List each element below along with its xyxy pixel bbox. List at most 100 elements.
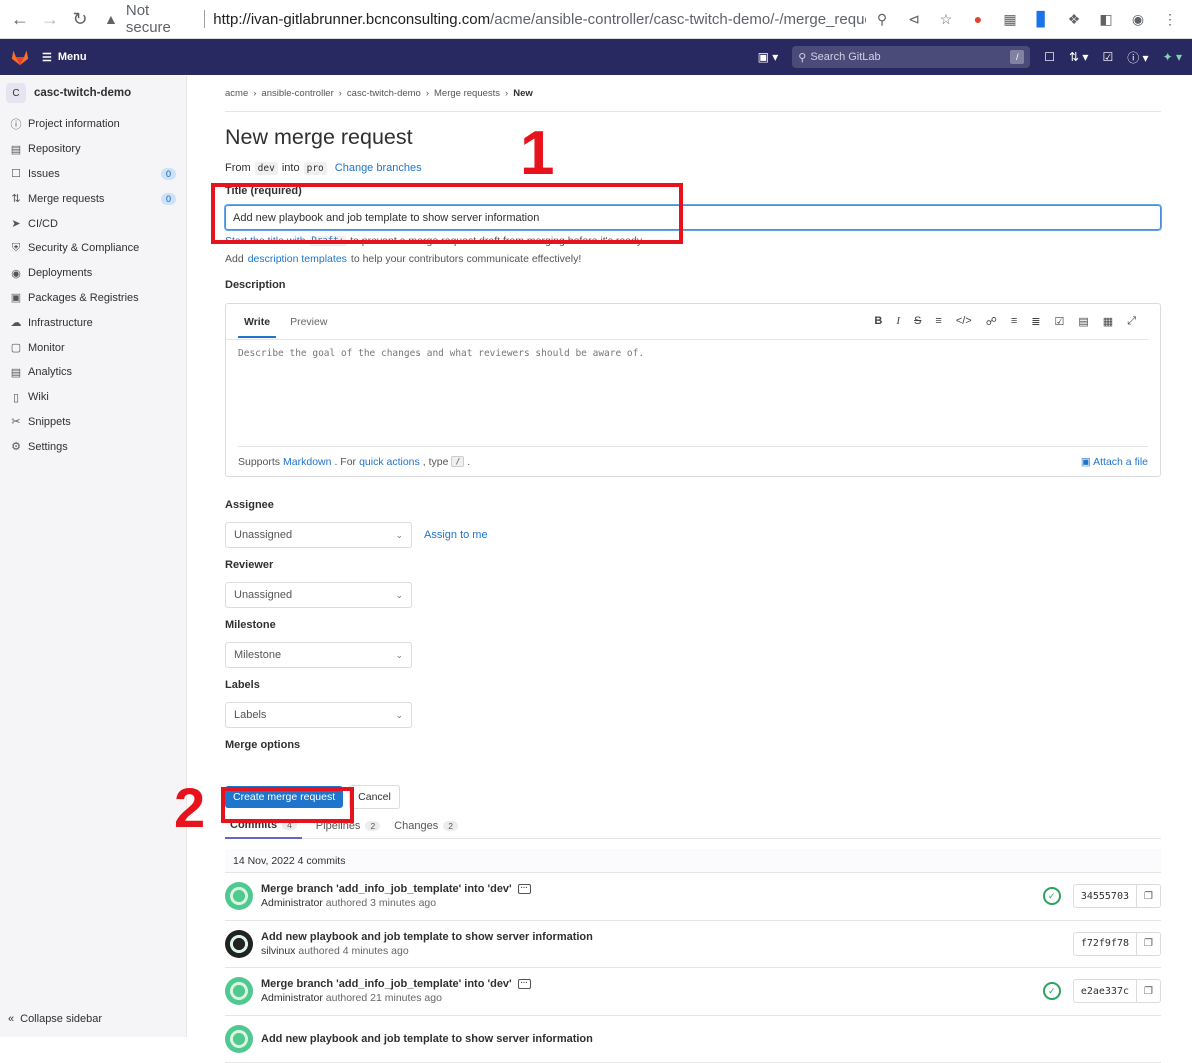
commit-title[interactable]: Add new playbook and job template to sho… [261,931,593,943]
sidebar-item-wiki[interactable]: ▯Wiki [0,385,186,410]
italic-icon[interactable]: I [896,315,900,328]
forward-icon[interactable]: → [38,7,62,31]
cancel-button[interactable]: Cancel [349,785,400,809]
ellipsis-icon[interactable]: ··· [518,979,531,989]
copy-icon[interactable]: ❐ [1137,932,1161,956]
commit-message[interactable]: Add new playbook and job template to sho… [261,1033,593,1045]
markdown-link[interactable]: Markdown [283,456,331,468]
search-input[interactable]: ⚲ Search GitLab / [792,46,1030,68]
quick-actions-link[interactable]: quick actions [359,456,420,468]
sidebar-item-project-information[interactable]: ⓘProject information [0,112,186,137]
fullscreen-icon[interactable]: ⤢ [1127,315,1136,328]
qr-icon[interactable]: ▦ [1000,9,1020,29]
numbered-list-icon[interactable]: ≣ [1031,315,1040,328]
profile-icon[interactable]: ◉ [1128,9,1148,29]
collapse-sidebar-button[interactable]: « Collapse sidebar [8,1013,102,1025]
project-header[interactable]: C casc-twitch-demo [0,76,186,110]
sidebar-item-label: Security & Compliance [28,242,139,254]
url-text[interactable]: http://ivan-gitlabrunner.bcnconsulting.c… [213,11,866,28]
kebab-icon[interactable]: ⋮ [1160,9,1180,29]
avatar[interactable] [225,882,253,910]
avatar[interactable] [225,977,253,1005]
issues-nav-icon[interactable]: ☐ [1044,50,1055,64]
user-avatar[interactable]: ✦ ▾ [1163,50,1182,64]
sidebar-item-deployments[interactable]: ◉Deployments [0,261,186,286]
gitlab-logo-icon[interactable] [10,48,30,66]
collapsible-icon[interactable]: ▤ [1078,315,1088,328]
sidebar-item-snippets[interactable]: ✂Snippets [0,410,186,435]
labels-select[interactable]: Labels⌄ [225,702,412,728]
templates-link[interactable]: description templates [248,253,347,265]
sidebar-item-settings[interactable]: ⚙Settings [0,434,186,459]
puzzle-icon[interactable]: ❖ [1064,9,1084,29]
new-icon[interactable]: ▣ ▾ [758,50,779,64]
change-branches-link[interactable]: Change branches [335,162,422,174]
assign-to-me-link[interactable]: Assign to me [424,529,488,541]
description-textarea[interactable]: Describe the goal of the changes and wha… [226,340,1160,446]
commit-title[interactable]: Merge branch 'add_info_job_template' int… [261,978,512,990]
sidebar-item-monitor[interactable]: ▢Monitor [0,335,186,360]
table-icon[interactable]: ▦ [1103,315,1113,328]
commit-message[interactable]: Merge branch 'add_info_job_template' int… [261,978,531,990]
merge-requests-nav-icon[interactable]: ⇅ ▾ [1069,50,1088,64]
help-icon[interactable]: ⓘ ▾ [1127,49,1148,66]
commit-sha[interactable]: e2ae337c [1073,979,1137,1003]
breadcrumb-project[interactable]: casc-twitch-demo [347,88,421,99]
commit-message[interactable]: Add new playbook and job template to sho… [261,931,593,943]
todo-icon[interactable]: ☑ [1102,50,1113,64]
sidebar-item-analytics[interactable]: ▤Analytics [0,360,186,385]
tab-changes[interactable]: Changes2 [394,813,458,839]
annotation-number-1: 1 [520,118,554,189]
share-icon[interactable]: ⊲ [904,9,924,29]
sidebar-item-security-compliance[interactable]: ⛨Security & Compliance [0,236,186,261]
sidepanel-icon[interactable]: ◧ [1096,9,1116,29]
copy-icon[interactable]: ❐ [1137,979,1161,1003]
breadcrumb-merge-requests[interactable]: Merge requests [434,88,500,99]
address-bar[interactable]: ▲ Not secure http://ivan-gitlabrunner.bc… [98,4,866,34]
code-icon[interactable]: </> [956,315,972,328]
attach-file-button[interactable]: ▣ Attach a file [1081,456,1148,468]
reviewer-select[interactable]: Unassigned⌄ [225,582,412,608]
sidebar-item-repository[interactable]: ▤Repository [0,137,186,162]
ellipsis-icon[interactable]: ··· [518,884,531,894]
sidebar-item-packages-registries[interactable]: ▣Packages & Registries [0,286,186,311]
commit-title[interactable]: Add new playbook and job template to sho… [261,1033,593,1045]
commit-message[interactable]: Merge branch 'add_info_job_template' int… [261,883,531,895]
back-icon[interactable]: ← [8,7,32,31]
commit-title[interactable]: Merge branch 'add_info_job_template' int… [261,883,512,895]
bullet-list-icon[interactable]: ≡ [1011,315,1017,328]
extension-blue-icon[interactable]: ▊ [1032,9,1052,29]
reload-icon[interactable]: ↻ [68,7,92,31]
star-icon[interactable]: ☆ [936,9,956,29]
assignee-select[interactable]: Unassigned⌄ [225,522,412,548]
breadcrumb-ansible-controller[interactable]: ansible-controller [261,88,333,99]
tab-write[interactable]: Write [238,306,276,338]
commit-author[interactable]: Administrator [261,992,323,1004]
milestone-select[interactable]: Milestone⌄ [225,642,412,668]
extension-icon[interactable]: ● [968,9,988,29]
pipeline-passed-icon[interactable]: ✓ [1043,887,1061,905]
commit-author[interactable]: Administrator [261,897,323,909]
sidebar-item-issues[interactable]: ☐Issues0 [0,162,186,187]
menu-button[interactable]: ☰ Menu [42,51,87,64]
sidebar-item-infrastructure[interactable]: ☁Infrastructure [0,310,186,335]
zoom-icon[interactable]: ⚲ [872,9,892,29]
issues-icon: ☐ [10,167,22,180]
commit-sha[interactable]: f72f9f78 [1073,932,1137,956]
task-list-icon[interactable]: ☑ [1055,315,1065,328]
link-icon[interactable]: ☍ [986,315,997,328]
commit-author[interactable]: silvinux [261,945,295,957]
quote-icon[interactable]: ≡ [935,315,941,328]
supports-text: Supports [238,456,280,468]
sidebar-item-ci-cd[interactable]: ➤CI/CD [0,211,186,236]
tab-preview[interactable]: Preview [290,316,327,328]
breadcrumb-acme[interactable]: acme [225,88,248,99]
sidebar-item-merge-requests[interactable]: ⇅Merge requests0 [0,186,186,211]
commit-sha[interactable]: 34555703 [1073,884,1137,908]
pipeline-passed-icon[interactable]: ✓ [1043,982,1061,1000]
avatar[interactable] [225,1025,253,1053]
bold-icon[interactable]: B [874,315,882,328]
avatar[interactable] [225,930,253,958]
strikethrough-icon[interactable]: S [914,315,921,328]
copy-icon[interactable]: ❐ [1137,884,1161,908]
